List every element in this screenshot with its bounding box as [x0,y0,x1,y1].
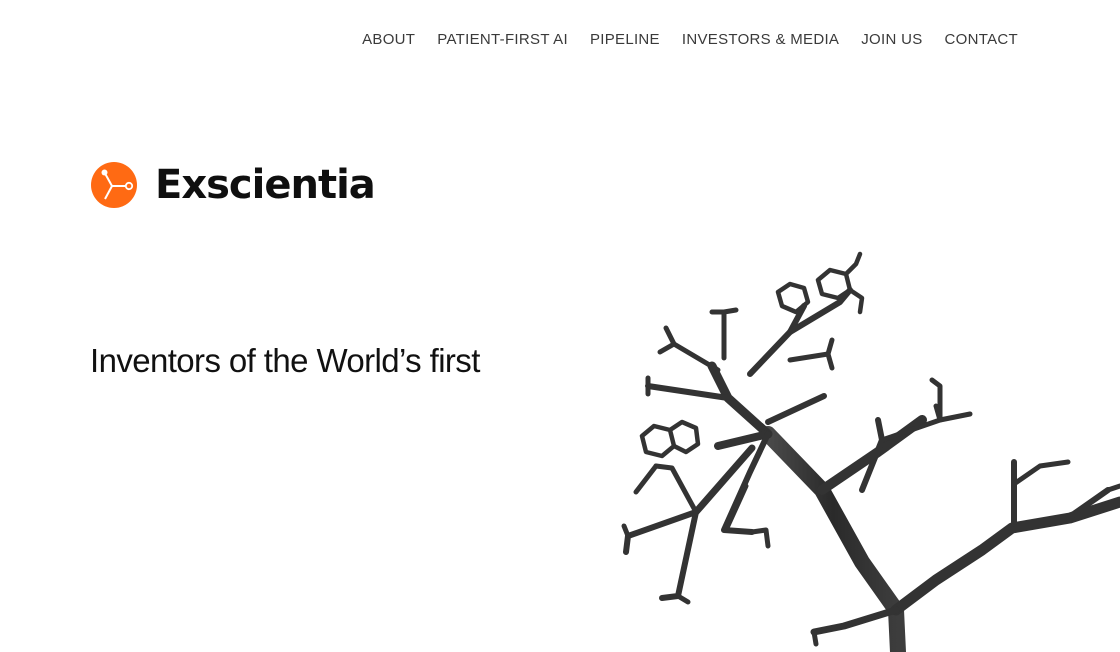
hero-headline: Inventors of the World’s first [90,342,480,379]
nav-link-about[interactable]: ABOUT [362,31,415,48]
nav-link-investors-media[interactable]: INVESTORS & MEDIA [682,31,839,48]
molecule-node-icon [91,162,137,208]
nav-item-contact: CONTACT [945,29,1018,51]
nav-link-contact[interactable]: CONTACT [945,31,1018,48]
nav-item-pipeline: PIPELINE [590,29,660,51]
nav-item-join-us: JOIN US [861,29,922,51]
nav-link-patient-first-ai[interactable]: PATIENT-FIRST AI [437,31,568,48]
nav-item-patient-first-ai: PATIENT-FIRST AI [437,29,568,51]
nav-link-pipeline[interactable]: PIPELINE [590,31,660,48]
molecular-tree-illustration [621,251,1120,652]
nav-item-investors-media: INVESTORS & MEDIA [682,29,839,51]
brand-name: Exscientia [155,162,376,208]
main-nav: ABOUT PATIENT-FIRST AI PIPELINE INVESTOR… [362,29,1018,51]
nav-link-join-us[interactable]: JOIN US [861,31,922,48]
nav-item-about: ABOUT [362,29,415,51]
brand-logo-link[interactable]: Exscientia [91,162,376,208]
